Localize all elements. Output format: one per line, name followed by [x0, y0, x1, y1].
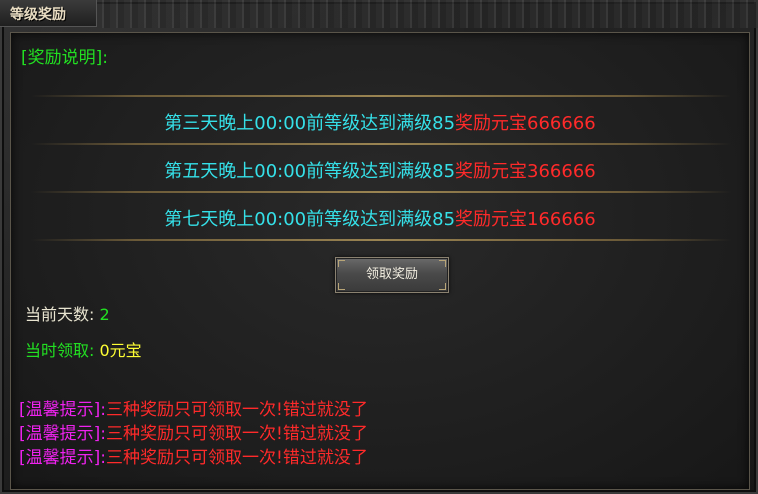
reward-condition: 第三天晚上00:00前等级达到满级85: [164, 113, 456, 134]
button-corner-decoration: [439, 283, 446, 290]
reward-row-1: 第三天晚上00:00前等级达到满级85奖励元宝666666: [11, 109, 749, 135]
tip-line: [温馨提示]:三种奖励只可领取一次!错过就没了: [19, 419, 368, 444]
reward-amount: 奖励元宝366666: [455, 161, 596, 182]
claim-reward-button[interactable]: 领取奖励: [335, 257, 449, 293]
tip-message: 三种奖励只可领取一次!错过就没了: [106, 448, 368, 468]
window-title-tab: 等级奖励: [0, 0, 97, 27]
current-day-value: 2: [99, 305, 110, 324]
claim-amount-value: 0元宝: [99, 341, 142, 360]
current-day-label: 当前天数:: [25, 305, 95, 324]
reward-row-3: 第七天晚上00:00前等级达到满级85奖励元宝166666: [11, 205, 749, 231]
title-bar-ornament: [96, 0, 758, 28]
divider: [31, 191, 731, 193]
window-title: 等级奖励: [10, 7, 66, 23]
tip-message: 三种奖励只可领取一次!错过就没了: [106, 400, 368, 420]
reward-condition: 第五天晚上00:00前等级达到满级85: [164, 161, 456, 182]
divider: [31, 143, 731, 145]
tip-line: [温馨提示]:三种奖励只可领取一次!错过就没了: [19, 443, 368, 468]
tip-message: 三种奖励只可领取一次!错过就没了: [106, 424, 368, 444]
divider: [31, 239, 731, 241]
button-corner-decoration: [338, 260, 345, 267]
tip-tag: [温馨提示]:: [19, 400, 106, 420]
claim-reward-label: 领取奖励: [365, 267, 418, 282]
claim-amount-stat: 当时领取: 0元宝: [25, 337, 142, 361]
reward-panel: [奖励说明]: 第三天晚上00:00前等级达到满级85奖励元宝666666 第五…: [10, 32, 750, 490]
reward-amount: 奖励元宝166666: [455, 209, 596, 230]
claim-amount-label: 当时领取:: [25, 341, 95, 360]
divider: [31, 95, 731, 97]
description-header: [奖励说明]:: [21, 48, 108, 68]
button-corner-decoration: [439, 260, 446, 267]
tip-line: [温馨提示]:三种奖励只可领取一次!错过就没了: [19, 395, 368, 420]
reward-condition: 第七天晚上00:00前等级达到满级85: [164, 209, 456, 230]
tip-tag: [温馨提示]:: [19, 448, 106, 468]
reward-row-2: 第五天晚上00:00前等级达到满级85奖励元宝366666: [11, 157, 749, 183]
current-day-stat: 当前天数: 2: [25, 301, 110, 325]
reward-amount: 奖励元宝666666: [455, 113, 596, 134]
tip-tag: [温馨提示]:: [19, 424, 106, 444]
reward-window: 等级奖励 [奖励说明]: 第三天晚上00:00前等级达到满级85奖励元宝6666…: [0, 0, 758, 494]
button-corner-decoration: [338, 283, 345, 290]
